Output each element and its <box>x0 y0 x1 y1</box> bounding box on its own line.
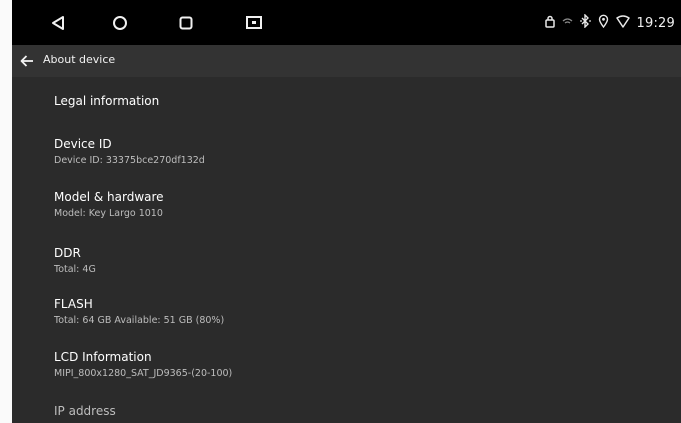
system-bar: 19:29 <box>12 0 681 45</box>
item-title: Legal information <box>54 94 160 108</box>
item-title: Model & hardware <box>54 190 164 204</box>
home-circle-icon[interactable] <box>110 13 130 33</box>
status-icons: 19:29 <box>544 13 675 33</box>
lcd-information-item[interactable]: LCD Information MIPI_800x1280_SAT_JD9365… <box>54 350 654 380</box>
item-subtitle: Total: 4G <box>54 264 96 275</box>
item-subtitle: Total: 64 GB Available: 51 GB (80%) <box>54 315 225 326</box>
screenshot-icon[interactable] <box>244 13 264 33</box>
signal-icon <box>562 16 573 31</box>
back-triangle-icon[interactable] <box>48 13 68 33</box>
model-hardware-item[interactable]: Model & hardware Model: Key Largo 1010 <box>54 190 654 220</box>
location-icon <box>598 14 609 32</box>
device-id-item[interactable]: Device ID Device ID: 33375bce270df132d <box>54 137 654 167</box>
item-title: LCD Information <box>54 350 152 364</box>
wifi-icon <box>615 14 630 32</box>
item-subtitle: Device ID: 33375bce270df132d <box>54 155 205 166</box>
item-subtitle: Model: Key Largo 1010 <box>54 208 163 219</box>
item-title: DDR <box>54 246 81 260</box>
clock: 19:29 <box>636 15 675 31</box>
legal-information-item[interactable]: Legal information <box>54 94 654 109</box>
recents-square-icon[interactable] <box>176 13 196 33</box>
ddr-item[interactable]: DDR Total: 4G <box>54 246 654 276</box>
item-title: IP address <box>54 404 116 418</box>
item-title: Device ID <box>54 137 112 151</box>
ip-address-item[interactable]: IP address <box>54 404 654 419</box>
item-title: FLASH <box>54 297 93 311</box>
screen: 19:29 About device Legal information Dev… <box>12 0 681 423</box>
back-arrow-icon[interactable] <box>18 52 36 70</box>
flash-item[interactable]: FLASH Total: 64 GB Available: 51 GB (80%… <box>54 297 654 327</box>
bluetooth-icon <box>579 13 591 32</box>
item-subtitle: MIPI_800x1280_SAT_JD9365-(20-100) <box>54 368 233 379</box>
lock-icon <box>544 15 555 32</box>
page-title: About device <box>43 53 116 66</box>
app-bar: About device <box>12 45 681 77</box>
